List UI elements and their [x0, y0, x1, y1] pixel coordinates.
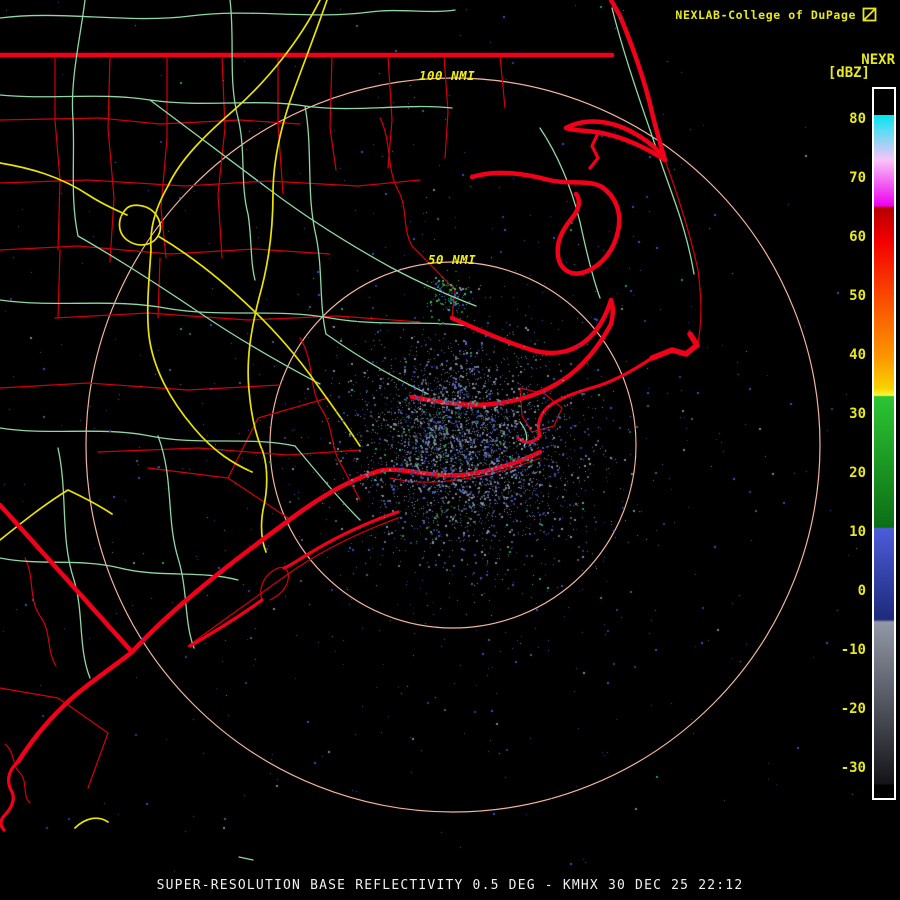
square-diagonal-icon [862, 7, 877, 22]
range-ring-label-100nmi: 100 NMI [419, 68, 476, 83]
radar-echo-layer [0, 0, 900, 900]
colorbar-tick-label: -10 [840, 642, 866, 659]
colorbar-tick-label: 40 [849, 346, 866, 363]
colorbar-tick-label: 30 [849, 405, 866, 422]
colorbar-tick-label: 20 [849, 465, 866, 482]
colorbar-tick-label: -30 [840, 760, 866, 777]
colorbar-tick-label: 70 [849, 169, 866, 186]
colorbar-scale [874, 89, 894, 798]
colorbar-tick-label: -20 [840, 701, 866, 718]
radar-display: 100 NMI 50 NMI NEXLAB-College of DuPage … [0, 0, 900, 900]
colorbar-tick-label: 50 [849, 287, 866, 304]
product-caption: SUPER-RESOLUTION BASE REFLECTIVITY 0.5 D… [156, 878, 744, 893]
range-ring-label-50nmi: 50 NMI [428, 252, 477, 267]
colorbar-tick-label: 10 [849, 524, 866, 541]
brand-title: NEXLAB-College of DuPage [675, 8, 856, 22]
colorbar-tick-label: 60 [849, 228, 866, 245]
colorbar [872, 87, 896, 800]
colorbar-units-label: [dBZ] [827, 65, 870, 81]
colorbar-tick-label: 0 [857, 583, 866, 600]
colorbar-tick-label: 80 [849, 110, 866, 127]
